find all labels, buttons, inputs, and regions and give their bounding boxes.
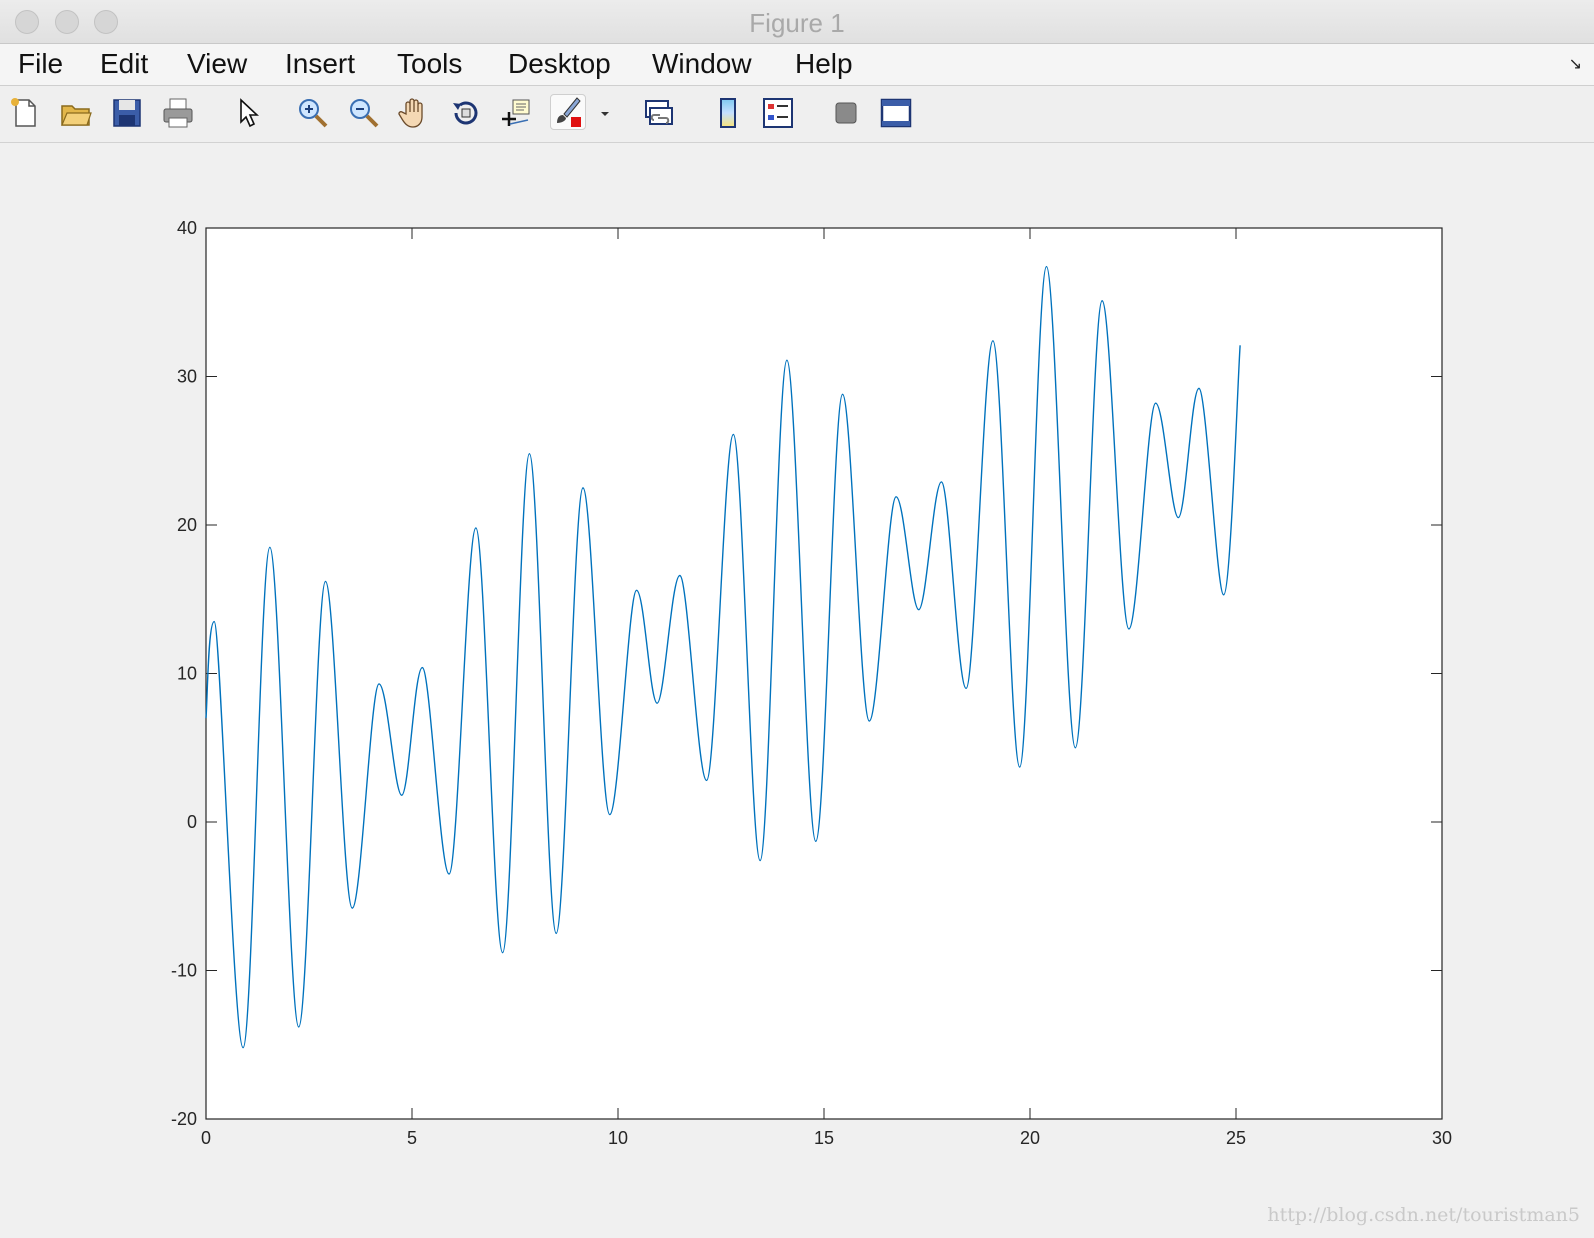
x-tick-label: 0 bbox=[201, 1128, 211, 1148]
x-tick-label: 5 bbox=[407, 1128, 417, 1148]
y-tick-label: 30 bbox=[177, 367, 197, 387]
x-tick-label: 10 bbox=[608, 1128, 628, 1148]
axes-box[interactable] bbox=[205, 227, 1443, 1120]
y-tick-label: 20 bbox=[177, 515, 197, 535]
plot-area[interactable]: 0 5 10 15 20 25 30 -20 -10 0 10 20 30 40 bbox=[0, 0, 1594, 1238]
x-tick-label: 20 bbox=[1020, 1128, 1040, 1148]
x-tick-label: 30 bbox=[1432, 1128, 1452, 1148]
x-tick-label: 15 bbox=[814, 1128, 834, 1148]
y-tick-label: 40 bbox=[177, 218, 197, 238]
y-tick-label: -20 bbox=[171, 1109, 197, 1129]
y-tick-label: 10 bbox=[177, 664, 197, 684]
x-tick-label: 25 bbox=[1226, 1128, 1246, 1148]
y-tick-label: 0 bbox=[187, 812, 197, 832]
y-tick-label: -10 bbox=[171, 961, 197, 981]
watermark: http://blog.csdn.net/touristman5 bbox=[1267, 1204, 1580, 1226]
